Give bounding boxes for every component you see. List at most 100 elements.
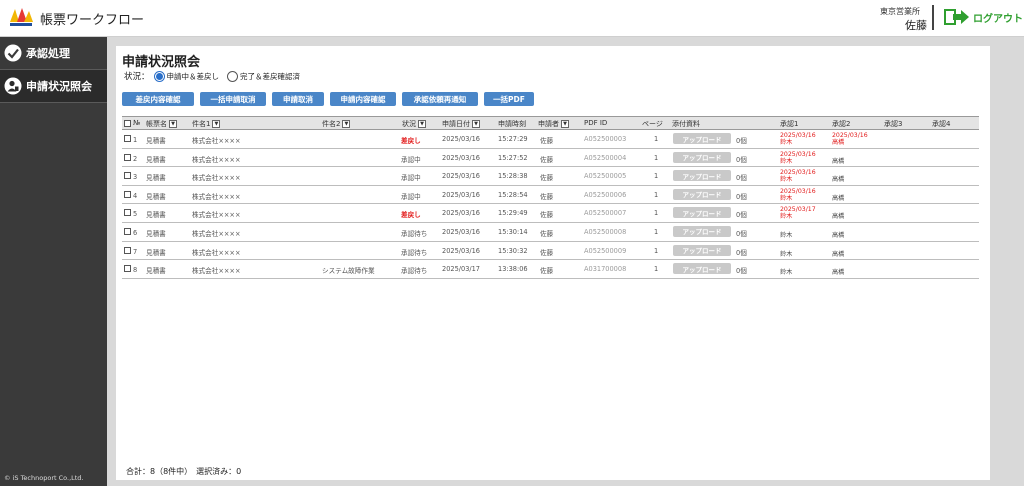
subject1: 株式会社×××× — [192, 192, 241, 201]
copyright: © iS Technoport Co.,Ltd. — [4, 474, 84, 482]
logout-label: ログアウト — [973, 13, 1023, 25]
pdf-id: A052500009 — [584, 246, 627, 255]
apply-date: 2025/03/16 — [442, 153, 481, 162]
application-table: № 帳票名 ▼ 件名1 ▼ 件名2 ▼ 状況 ▼ 申請日付 ▼ 申請時刻 申請者 ▼ — [122, 116, 979, 279]
attachment-count: 0個 — [736, 137, 747, 145]
user-doc-icon — [4, 77, 22, 95]
status-badge: 承認中 — [401, 174, 421, 183]
header-divider — [932, 5, 934, 30]
status-badge: 承認待ち — [401, 229, 428, 238]
applicant: 佐藤 — [540, 174, 554, 183]
check-circle-icon — [4, 44, 22, 62]
table-row[interactable]: 6 見積書 株式会社×××× 承認待ち 2025/03/16 15:30:14 佐藤 A052… — [122, 223, 979, 242]
sidebar-item-approval[interactable]: 承認処理 — [0, 37, 107, 69]
applicant: 佐藤 — [540, 267, 554, 276]
upload-button[interactable]: アップロード — [673, 263, 731, 275]
approval1-name: 鈴木 — [780, 213, 793, 221]
header-subject2: 件名2 ▼ — [322, 119, 351, 129]
sidebar-item-label: 申請状況照会 — [26, 80, 92, 93]
filter-icon[interactable]: ▼ — [472, 120, 480, 128]
subject1: 株式会社×××× — [192, 155, 241, 164]
row-checkbox[interactable] — [124, 135, 131, 142]
pdf-id: A052500004 — [584, 153, 627, 162]
upload-button[interactable]: アップロード — [673, 207, 731, 219]
applicant: 佐藤 — [540, 229, 554, 238]
row-select: 6 — [124, 227, 137, 237]
approval1-date: 2025/03/16 — [780, 132, 816, 139]
subject2: システム故障作業 — [322, 267, 375, 276]
approval1-name: 鈴木 — [780, 269, 793, 277]
table-row[interactable]: 1 見積書 株式会社×××× 差戻し 2025/03/16 15:27:29 佐藤 A0525… — [122, 130, 979, 149]
row-number: 7 — [133, 247, 138, 256]
row-select: 8 — [124, 265, 137, 274]
radio-completed[interactable] — [227, 70, 239, 82]
apply-time: 15:27:52 — [498, 153, 528, 162]
row-checkbox[interactable] — [124, 209, 131, 217]
app-header: 帳票ワークフロー 東京営業所 佐藤 ログアウト — [0, 0, 1024, 37]
upload-button[interactable]: アップロード — [673, 170, 731, 182]
applicant: 佐藤 — [540, 192, 554, 201]
filter-icon[interactable]: ▼ — [169, 120, 177, 128]
table-row[interactable]: 7 見積書 株式会社×××× 承認待ち 2025/03/16 15:30:32 佐藤 A052… — [122, 242, 979, 261]
row-select: 5 — [124, 209, 137, 218]
filter-icon[interactable]: ▼ — [418, 120, 426, 128]
apply-date: 2025/03/16 — [442, 135, 481, 143]
filter-icon[interactable]: ▼ — [212, 120, 221, 128]
filter-icon[interactable]: ▼ — [342, 120, 351, 128]
form-name: 見積書 — [146, 174, 166, 183]
row-select: 7 — [124, 246, 138, 256]
cancel-application-button[interactable]: 申請取消 — [272, 92, 324, 106]
table-row[interactable]: 8 見積書 株式会社×××× システム故障作業 承認待ち 2025/03/17 13:38:… — [122, 260, 979, 279]
row-checkbox[interactable] — [124, 246, 131, 254]
sidebar-item-status-inquiry[interactable]: 申請状況照会 — [0, 70, 107, 102]
form-name: 見積書 — [146, 229, 166, 238]
select-all-checkbox[interactable] — [124, 119, 131, 127]
table-header: № 帳票名 ▼ 件名1 ▼ 件名2 ▼ 状況 ▼ 申請日付 ▼ 申請時刻 申請者 ▼ — [122, 116, 979, 130]
resend-request-button[interactable]: 承認依頼再通知 — [402, 92, 478, 106]
logout-button[interactable]: ログアウト — [944, 9, 1023, 25]
row-checkbox[interactable] — [124, 153, 131, 161]
table-row[interactable]: 5 見積書 株式会社×××× 差戻し 2025/03/16 15:29:49 佐藤 A0525… — [122, 204, 979, 223]
status-badge: 承認中 — [401, 192, 421, 201]
page-count: 1 — [654, 153, 659, 162]
page-count: 1 — [654, 209, 659, 218]
return-content-button[interactable]: 差戻内容確認 — [122, 92, 194, 106]
pdf-id: A052500006 — [584, 190, 627, 199]
row-number: 1 — [133, 136, 138, 144]
header-approval2: 承認2 — [832, 120, 851, 128]
row-number: 3 — [133, 173, 138, 182]
form-name: 見積書 — [146, 211, 166, 220]
bulk-pdf-button[interactable]: 一括PDF — [484, 92, 534, 106]
upload-button[interactable]: アップロード — [673, 133, 731, 144]
header-approval1: 承認1 — [780, 120, 799, 128]
subject1: 株式会社×××× — [192, 267, 241, 276]
bulk-cancel-button[interactable]: 一括申請取消 — [200, 92, 266, 106]
user-name: 佐藤 — [905, 19, 927, 32]
row-checkbox[interactable] — [124, 190, 131, 198]
subject1: 株式会社×××× — [192, 229, 241, 238]
sidebar-divider — [0, 102, 107, 103]
subject1: 株式会社×××× — [192, 137, 241, 145]
upload-button[interactable]: アップロード — [673, 225, 731, 237]
table-row[interactable]: 3 見積書 株式会社×××× 承認中 2025/03/16 15:28:38 佐藤 A0525… — [122, 167, 979, 186]
form-name: 見積書 — [146, 137, 166, 145]
upload-button[interactable]: アップロード — [673, 151, 731, 163]
attachment-count: 0個 — [736, 211, 747, 220]
attachment-count: 0個 — [736, 192, 747, 201]
row-number: 5 — [133, 210, 138, 219]
status-badge: 差戻し — [401, 137, 421, 145]
header-applicant: 申請者 ▼ — [538, 119, 569, 129]
filter-icon[interactable]: ▼ — [561, 120, 569, 128]
radio-in-progress[interactable] — [153, 70, 165, 82]
header-form-name: 帳票名 ▼ — [146, 119, 177, 129]
table-row[interactable]: 2 見積書 株式会社×××× 承認中 2025/03/16 15:27:52 佐藤 A0525… — [122, 149, 979, 168]
table-row[interactable]: 4 見積書 株式会社×××× 承認中 2025/03/16 15:28:54 佐藤 A0525… — [122, 186, 979, 205]
row-checkbox[interactable] — [124, 172, 131, 180]
apply-date: 2025/03/16 — [442, 172, 481, 181]
attachment-count: 0個 — [736, 267, 747, 276]
upload-button[interactable]: アップロード — [673, 188, 731, 200]
row-checkbox[interactable] — [124, 265, 131, 273]
row-checkbox[interactable] — [124, 227, 131, 235]
upload-button[interactable]: アップロード — [673, 244, 731, 256]
view-application-button[interactable]: 申請内容確認 — [330, 92, 396, 106]
